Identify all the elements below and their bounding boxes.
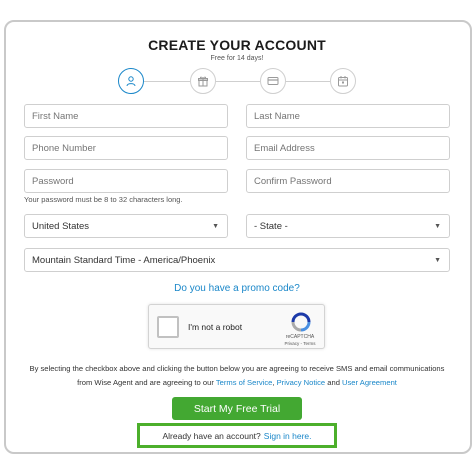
step-connector <box>286 81 330 82</box>
country-select-value: United States <box>32 220 90 232</box>
password-hint: Your password must be 8 to 32 characters… <box>24 195 183 204</box>
password-input[interactable] <box>24 169 228 193</box>
credit-card-icon <box>267 77 279 85</box>
consent-text: By selecting the checkbox above and clic… <box>28 362 446 390</box>
step-account[interactable] <box>118 68 144 94</box>
recaptcha-privacy-link[interactable]: Privacy <box>285 341 300 346</box>
page-subtitle: Free for 14 days! <box>210 55 264 62</box>
user-agreement-link[interactable]: User Agreement <box>342 378 397 387</box>
step-connector <box>216 81 260 82</box>
recaptcha-checkbox[interactable] <box>157 316 179 338</box>
first-name-input[interactable] <box>24 104 228 128</box>
terms-of-service-link[interactable]: Terms of Service <box>216 378 273 387</box>
step-promo[interactable] <box>190 68 216 94</box>
user-icon <box>126 76 136 87</box>
recaptcha-links: Privacy - Terms <box>275 341 325 346</box>
recaptcha-widget: I'm not a robot reCAPTCHA Privacy - Term… <box>148 304 325 349</box>
step-billing[interactable] <box>260 68 286 94</box>
calendar-icon <box>338 76 348 87</box>
phone-input[interactable] <box>24 136 228 160</box>
confirm-password-input[interactable] <box>246 169 450 193</box>
consent-and: and <box>325 378 343 387</box>
country-select[interactable]: United States ▼ <box>24 214 228 238</box>
timezone-select-value: Mountain Standard Time - America/Phoenix <box>32 254 216 266</box>
sign-in-link[interactable]: Sign in here. <box>264 431 312 441</box>
state-select-value: - State - <box>254 220 288 232</box>
privacy-notice-link[interactable]: Privacy Notice <box>277 378 326 387</box>
promo-code-link[interactable]: Do you have a promo code? <box>0 283 474 294</box>
recaptcha-brand: reCAPTCHA <box>285 334 315 340</box>
signin-prompt: Already have an account? <box>162 430 261 441</box>
signup-stepper <box>118 68 358 94</box>
caret-down-icon: ▼ <box>434 256 441 264</box>
step-connector <box>144 81 190 82</box>
recaptcha-label: I'm not a robot <box>188 322 243 332</box>
timezone-select[interactable]: Mountain Standard Time - America/Phoenix… <box>24 248 450 272</box>
step-schedule[interactable] <box>330 68 356 94</box>
last-name-input[interactable] <box>246 104 450 128</box>
start-free-trial-button[interactable]: Start My Free Trial <box>172 397 302 420</box>
caret-down-icon: ▼ <box>212 222 219 230</box>
recaptcha-terms-link[interactable]: Terms <box>303 341 315 346</box>
gift-icon <box>198 76 208 87</box>
page-title: CREATE YOUR ACCOUNT <box>148 37 326 53</box>
state-select[interactable]: - State - ▼ <box>246 214 450 238</box>
recaptcha-logo-icon <box>291 312 311 332</box>
caret-down-icon: ▼ <box>434 222 441 230</box>
email-input[interactable] <box>246 136 450 160</box>
signin-prompt-box: Already have an account? Sign in here. <box>137 423 337 448</box>
